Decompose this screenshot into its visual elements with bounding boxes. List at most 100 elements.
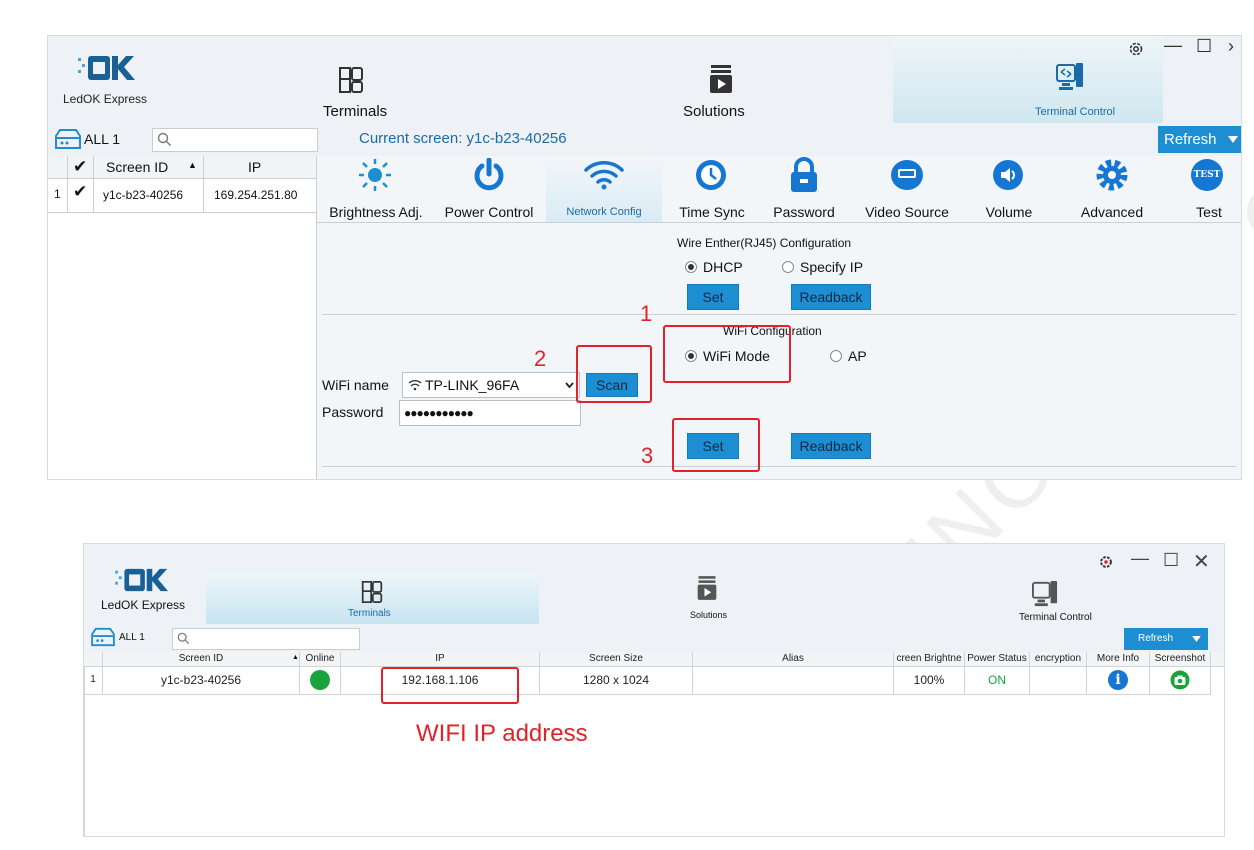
row-screen-id: y1c-b23-40256 (103, 188, 184, 202)
camera-icon[interactable] (1170, 670, 1190, 690)
refresh-button[interactable]: Refresh (1124, 628, 1208, 650)
terminals-icon (361, 581, 383, 603)
wifi-readback-button[interactable]: Readback (791, 433, 871, 459)
clock-icon (696, 160, 726, 190)
tool-brightness[interactable]: Brightness Adj. (321, 156, 431, 222)
row-index: 1 (54, 187, 61, 201)
row-ip: 169.254.251.80 (214, 188, 298, 202)
specify-ip-radio[interactable]: Specify IP (782, 259, 863, 275)
dhcp-radio[interactable]: DHCP (685, 259, 743, 275)
refresh-label: Refresh (1164, 131, 1217, 148)
annotation-step-1: 1 (640, 301, 653, 326)
col-more-info[interactable]: More Info (1087, 652, 1150, 666)
annotation-step-3: 3 (641, 443, 654, 468)
tab-terminal-control-label: Terminal Control (1035, 106, 1116, 118)
settings-gear-icon[interactable] (1098, 554, 1114, 570)
row-more-info[interactable]: i (1087, 666, 1150, 695)
col-screen-id[interactable]: Screen ID (103, 652, 300, 666)
volume-icon (993, 160, 1023, 190)
app-header: LedOK Express Terminals Solutions Termin… (48, 36, 1241, 123)
tool-video-source-label: Video Source (865, 204, 949, 220)
tool-power[interactable]: Power Control (435, 156, 543, 222)
tab-solutions-label: Solutions (683, 103, 745, 120)
tool-network-config[interactable]: Network Config (546, 156, 662, 222)
wifi-network-value: TP-LINK_96FA (425, 377, 520, 393)
maximize-button[interactable]: ☐ (1163, 550, 1179, 571)
password-label: Password (322, 404, 384, 420)
tab-terminal-control[interactable]: Terminal Control (989, 572, 1119, 624)
close-button[interactable]: ✕ (1193, 549, 1210, 574)
col-alias[interactable]: Alias (693, 652, 894, 666)
annotation-step-2: 2 (534, 346, 547, 371)
tab-solutions[interactable]: Solutions (678, 36, 908, 123)
minimize-button[interactable]: — (1164, 36, 1182, 56)
tool-advanced[interactable]: Advanced (1057, 156, 1167, 222)
sort-up-icon: ▲ (292, 654, 299, 661)
solutions-icon (710, 65, 732, 93)
select-all-checkbox[interactable]: ✔ (73, 157, 87, 177)
sort-up-icon: ▲ (188, 160, 197, 170)
tool-brightness-label: Brightness Adj. (329, 204, 423, 220)
tool-time-sync[interactable]: Time Sync (667, 156, 757, 222)
table-row[interactable]: 1 ✔ y1c-b23-40256 169.254.251.80 (48, 179, 316, 213)
password-input[interactable]: ●●●●●●●●●●● (399, 400, 581, 426)
tool-password-label: Password (773, 204, 835, 220)
col-index (84, 652, 103, 666)
ap-radio[interactable]: AP (830, 348, 867, 364)
group-label: ALL 1 (84, 131, 121, 147)
refresh-button[interactable]: Refresh (1158, 126, 1241, 153)
network-config-screenshot: LedOK Express Terminals Solutions Termin… (47, 35, 1242, 480)
control-panel: Brightness Adj. Power Control Network Co… (317, 156, 1241, 479)
wifi-ip-annotation: WIFI IP address (416, 720, 588, 747)
row-screenshot[interactable] (1150, 666, 1211, 695)
row-index: 1 (84, 666, 103, 695)
tool-video-source[interactable]: Video Source (852, 156, 962, 222)
row-checkbox[interactable]: ✔ (73, 182, 87, 202)
terminal-control-icon (1056, 63, 1083, 90)
row-online (300, 666, 341, 695)
row-brightness: 100% (894, 666, 965, 695)
col-screen-brightness[interactable]: creen Brightne (894, 652, 965, 666)
wifi-name-label: WiFi name (322, 377, 389, 393)
search-input[interactable] (152, 128, 318, 152)
col-power-status[interactable]: Power Status (965, 652, 1030, 666)
tool-test[interactable]: TEST Test (1179, 156, 1239, 222)
wifi-network-select[interactable]: TP-LINK_96FA (402, 372, 580, 398)
ok-logo-icon (78, 56, 135, 80)
col-screen-size[interactable]: Screen Size (540, 652, 693, 666)
maximize-button[interactable]: ☐ (1196, 36, 1212, 57)
tab-terminals[interactable]: Terminals (206, 572, 539, 624)
wifi-icon (584, 161, 624, 190)
search-icon (177, 632, 190, 645)
tab-terminal-control[interactable]: Terminal Control (893, 36, 1163, 123)
col-screenshot[interactable]: Screenshot (1150, 652, 1211, 666)
col-ip[interactable]: IP (341, 652, 540, 666)
video-source-icon (891, 160, 923, 190)
tool-power-label: Power Control (444, 204, 534, 220)
annotation-box-set (672, 418, 760, 472)
group-device-icon (91, 627, 115, 647)
tab-solutions[interactable]: Solutions (654, 572, 764, 624)
col-screen-id[interactable]: Screen ID (106, 159, 168, 175)
app-brand: LedOK Express (101, 598, 186, 612)
refresh-label: Refresh (1138, 633, 1174, 644)
col-encryption[interactable]: encryption (1030, 652, 1087, 666)
tool-volume[interactable]: Volume (964, 156, 1054, 222)
row-encryption (1030, 666, 1087, 695)
wired-set-button[interactable]: Set (687, 284, 739, 310)
wired-readback-button[interactable]: Readback (791, 284, 871, 310)
group-device-icon (55, 129, 81, 149)
col-ip[interactable]: IP (248, 159, 261, 175)
info-icon[interactable]: i (1108, 670, 1128, 690)
gear-icon (1096, 159, 1128, 191)
col-online[interactable]: Online (300, 652, 341, 666)
power-icon (474, 158, 504, 191)
settings-gear-icon[interactable] (1127, 40, 1145, 58)
chevron-down-icon (1192, 636, 1201, 642)
tool-password[interactable]: Password (758, 156, 850, 222)
search-input[interactable] (172, 628, 360, 650)
table-row[interactable]: 1 y1c-b23-40256 192.168.1.106 1280 x 102… (84, 666, 1211, 695)
minimize-button[interactable]: — (1131, 548, 1149, 569)
tab-terminals[interactable]: Terminals (318, 36, 618, 123)
close-button[interactable]: › (1228, 36, 1234, 57)
